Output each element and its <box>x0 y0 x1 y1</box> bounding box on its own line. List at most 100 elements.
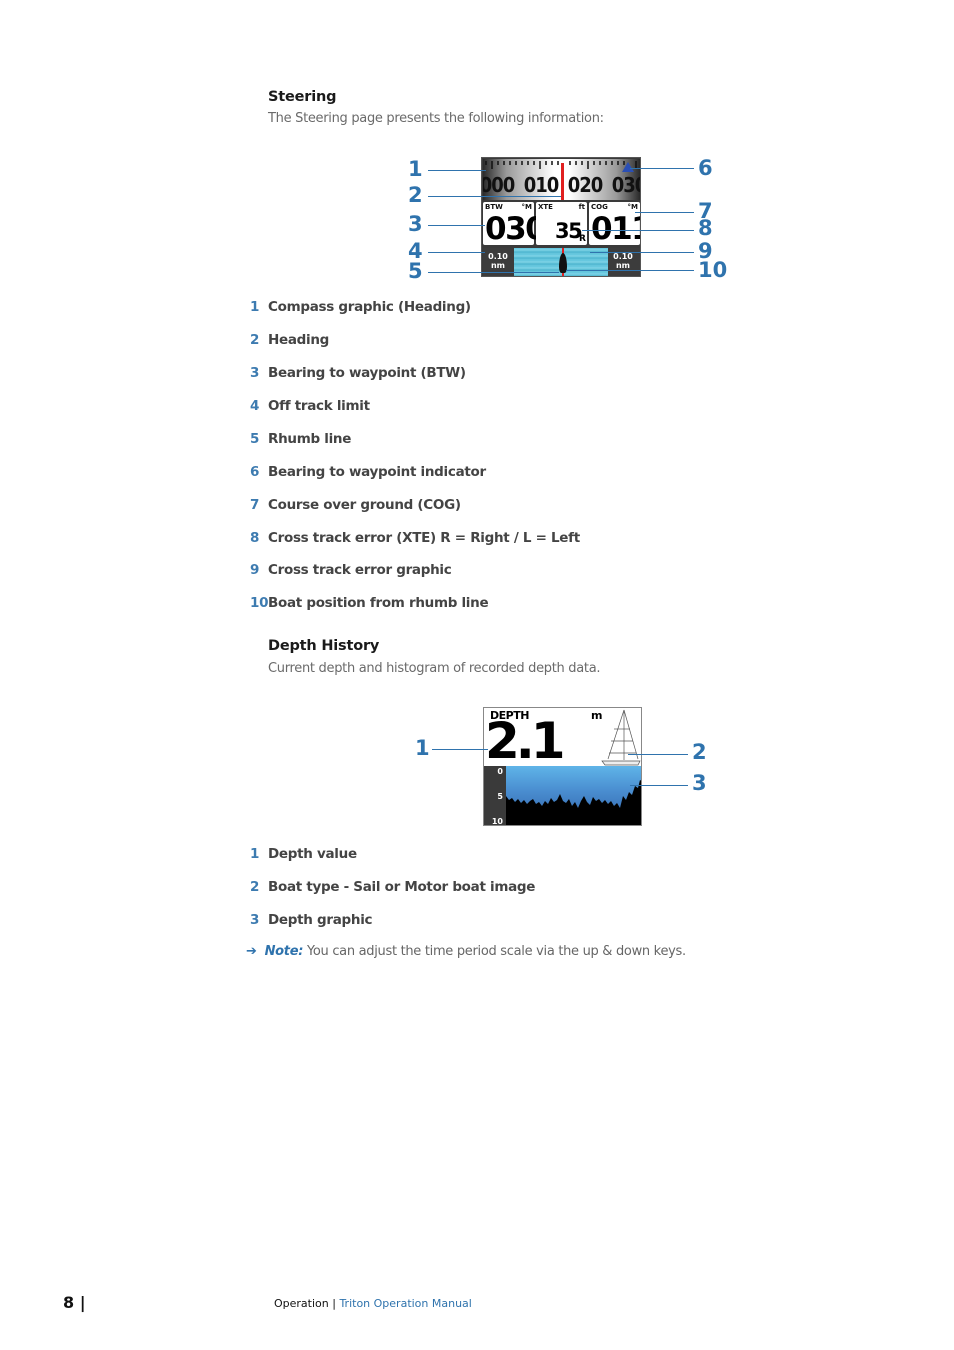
page-number: 8 | <box>63 1293 86 1312</box>
list-number: 6 <box>250 464 260 480</box>
callout-leader <box>590 252 694 253</box>
steering-graphic: 000 010 020 030 BTW °M 030 XTE ft 35 R COG … <box>481 157 641 277</box>
list-number: 1 <box>250 846 260 862</box>
btw-unit: °M <box>521 203 532 211</box>
callout-leader <box>630 785 688 786</box>
callout-leader <box>635 212 694 213</box>
list-item: 6 Bearing to waypoint indicator <box>250 464 486 484</box>
list-label: Bearing to waypoint indicator <box>268 464 486 480</box>
list-label: Cross track error (XTE) R = Right / L = … <box>268 530 580 546</box>
depth-scale-label: 10 <box>491 817 503 826</box>
list-item: 8 Cross track error (XTE) R = Right / L =… <box>250 530 580 550</box>
callout-10: 10 <box>698 258 728 282</box>
steering-description: The Steering page presents the following… <box>268 111 604 126</box>
note-text: You can adjust the time period scale via… <box>303 944 686 959</box>
list-number: 8 <box>250 530 260 546</box>
list-number: 9 <box>250 562 260 578</box>
list-label: Rhumb line <box>268 431 352 447</box>
callout-3: 3 <box>408 212 423 236</box>
depth-scale: 0 5 10 <box>484 766 506 826</box>
list-item: 10Boat position from rhumb line <box>250 595 489 615</box>
callout-3: 3 <box>692 771 707 795</box>
list-item: 7 Course over ground (COG) <box>250 497 461 517</box>
steering-heading: Steering <box>268 89 337 105</box>
xte-side: R <box>579 234 586 244</box>
list-label: Heading <box>268 332 330 348</box>
off-track-limit-right: 0.10 nm <box>608 252 638 271</box>
depth-graphic: DEPTH m 2.1 0 5 10 <box>483 707 642 826</box>
list-number: 10 <box>250 595 269 611</box>
compass-label: 030 <box>611 173 640 197</box>
depth-history-heading: Depth History <box>268 638 380 654</box>
off-track-limit-left: 0.10 nm <box>483 252 513 271</box>
compass-graphic: 000 010 020 030 <box>483 159 640 200</box>
callout-5: 5 <box>408 259 423 283</box>
note: ➔ Note: You can adjust the time period sc… <box>246 944 686 959</box>
list-label: Course over ground (COG) <box>268 497 461 513</box>
callout-leader <box>428 252 485 253</box>
list-label: Depth graphic <box>268 912 373 928</box>
callout-leader <box>428 272 559 273</box>
xte-box: XTE ft 35 R <box>536 202 587 245</box>
callout-leader <box>432 749 488 750</box>
list-item: 4 Off track limit <box>250 398 370 418</box>
callout-leader <box>428 225 485 226</box>
list-item: 9 Cross track error graphic <box>250 562 452 582</box>
footer-section: Operation | <box>274 1297 340 1310</box>
note-label: Note: <box>264 944 304 959</box>
list-number: 1 <box>250 299 260 315</box>
list-number: 3 <box>250 912 260 928</box>
list-label: Boat position from rhumb line <box>268 595 489 611</box>
list-item: 1 Compass graphic (Heading) <box>250 299 471 319</box>
depth-scale-label: 0 <box>497 767 503 776</box>
callout-6: 6 <box>698 156 713 180</box>
list-number: 5 <box>250 431 260 447</box>
btw-indicator-icon <box>622 162 634 172</box>
depth-histogram <box>506 766 641 825</box>
depth-value: 2.1 <box>485 712 566 770</box>
btw-label: BTW <box>485 203 503 211</box>
cog-label: COG <box>591 203 608 211</box>
list-item: 3 Depth graphic <box>250 912 373 932</box>
callout-8: 8 <box>698 216 713 240</box>
callout-leader <box>630 168 694 169</box>
list-item: 3 Bearing to waypoint (BTW) <box>250 365 466 385</box>
list-number: 7 <box>250 497 260 513</box>
xte-value: 35 <box>555 219 583 243</box>
xte-unit: ft <box>578 203 585 211</box>
callout-leader <box>428 196 561 197</box>
list-number: 2 <box>250 879 260 895</box>
list-label: Depth value <box>268 846 357 862</box>
heading-line <box>561 163 564 200</box>
list-item: 2 Heading <box>250 332 329 352</box>
callout-leader <box>428 170 486 171</box>
arrow-right-icon: ➔ <box>246 944 257 959</box>
btw-box: BTW °M 030 <box>483 202 547 245</box>
cog-box: COG °M 011 <box>589 202 640 245</box>
list-label: Compass graphic (Heading) <box>268 299 471 315</box>
callout-2: 2 <box>692 740 707 764</box>
compass-label: 020 <box>567 173 604 197</box>
list-item: 2 Boat type - Sail or Motor boat image <box>250 879 535 899</box>
depth-history-description: Current depth and histogram of recorded … <box>268 661 601 676</box>
depth-bottom-profile <box>506 780 641 825</box>
compass-label: 000 <box>483 173 515 197</box>
list-number: 4 <box>250 398 260 414</box>
list-number: 3 <box>250 365 260 381</box>
cog-unit: °M <box>627 203 638 211</box>
xte-label: XTE <box>538 203 553 211</box>
off-track-limit-unit: nm <box>490 260 506 270</box>
callout-leader <box>566 270 694 271</box>
callout-leader <box>628 754 688 755</box>
list-item: 5 Rhumb line <box>250 431 351 451</box>
sailboat-icon <box>601 709 641 766</box>
list-number: 2 <box>250 332 260 348</box>
callout-1: 1 <box>408 157 423 181</box>
list-label: Off track limit <box>268 398 370 414</box>
list-label: Cross track error graphic <box>268 562 452 578</box>
compass-label: 010 <box>523 173 560 197</box>
callout-2: 2 <box>408 183 423 207</box>
list-item: 1 Depth value <box>250 846 357 866</box>
depth-scale-label: 5 <box>497 792 503 801</box>
footer: Operation | Triton Operation Manual <box>274 1297 472 1310</box>
